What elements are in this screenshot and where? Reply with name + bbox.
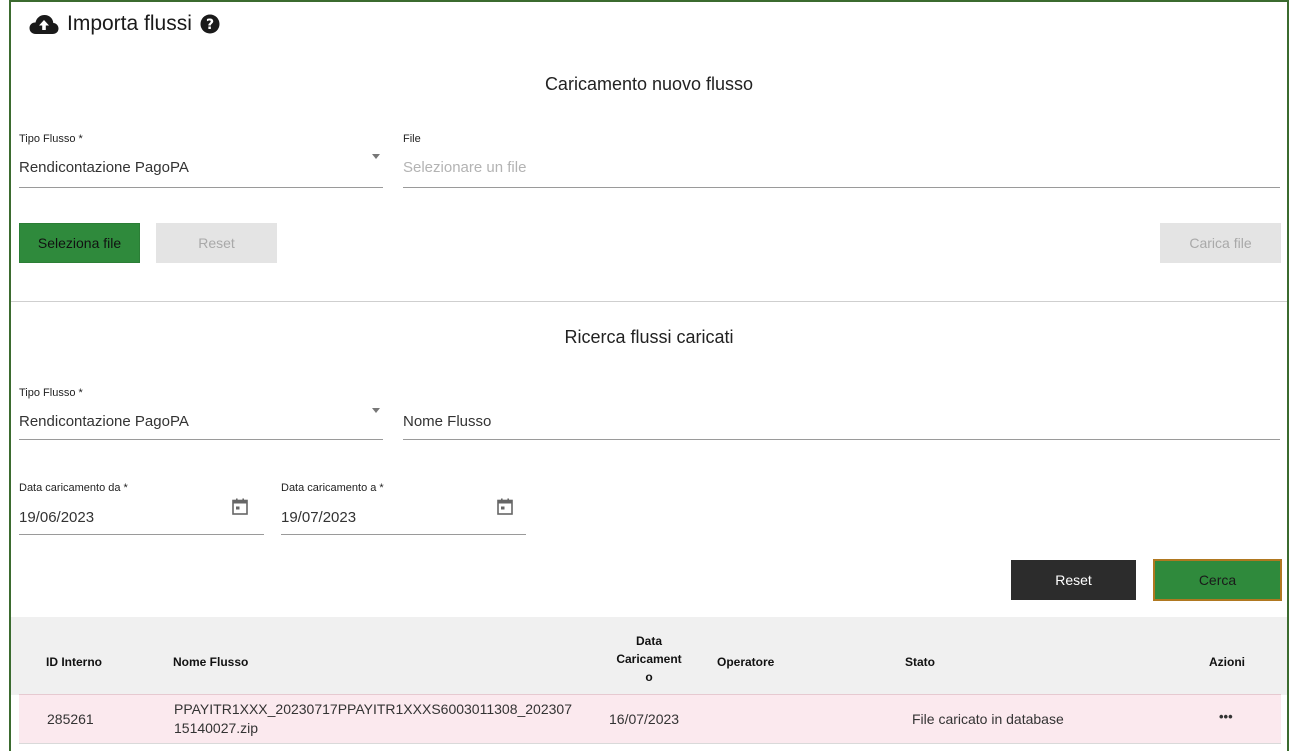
cell-id: 285261	[47, 711, 94, 727]
cell-data: 16/07/2023	[609, 711, 680, 727]
search-tipo-flusso-value: Rendicontazione PagoPA	[19, 413, 189, 430]
section-divider	[11, 301, 1287, 302]
svg-text:?: ?	[206, 17, 214, 33]
date-from-label: Data caricamento da *	[19, 482, 128, 494]
header-data-caricamento[interactable]: Data Caricament o	[610, 632, 688, 686]
header-id[interactable]: ID Interno	[46, 655, 102, 669]
upload-section-title: Caricamento nuovo flusso	[544, 74, 754, 94]
table-row[interactable]: 285261 PPAYITR1XXX_20230717PPAYITR1XXXS6…	[19, 694, 1281, 744]
upload-reset-button[interactable]: Reset	[156, 223, 277, 263]
header-nome-flusso[interactable]: Nome Flusso	[173, 655, 248, 669]
upload-tipo-flusso-value: Rendicontazione PagoPA	[19, 159, 189, 176]
import-panel: Importa flussi ? Caricamento nuovo fluss…	[9, 0, 1289, 751]
more-actions-icon[interactable]: •••	[1219, 709, 1233, 724]
chevron-down-icon	[372, 154, 380, 159]
calendar-icon[interactable]	[232, 498, 248, 515]
search-tipo-flusso-label: Tipo Flusso *	[19, 387, 83, 399]
search-section-title: Ricerca flussi caricati	[564, 327, 734, 347]
chevron-down-icon	[372, 408, 380, 413]
cloud-upload-icon	[29, 13, 59, 35]
header-azioni: Azioni	[1209, 655, 1245, 669]
header-stato[interactable]: Stato	[905, 655, 935, 669]
page-title: Importa flussi ?	[29, 10, 220, 38]
page-title-text: Importa flussi	[67, 12, 192, 35]
select-file-button[interactable]: Seleziona file	[19, 223, 140, 263]
date-to-value: 19/07/2023	[281, 509, 357, 526]
cell-stato: File caricato in database	[912, 711, 1064, 727]
file-label: File	[403, 133, 421, 145]
table-header: ID Interno Nome Flusso Data Caricament o…	[11, 617, 1287, 695]
cell-nome-flusso: PPAYITR1XXX_20230717PPAYITR1XXXS60030113…	[174, 701, 572, 736]
upload-tipo-flusso-label: Tipo Flusso *	[19, 133, 83, 145]
header-operatore[interactable]: Operatore	[717, 655, 774, 669]
date-to-label: Data caricamento a *	[281, 482, 384, 494]
search-reset-button[interactable]: Reset	[1011, 560, 1136, 600]
file-placeholder: Selezionare un file	[403, 159, 527, 176]
nome-flusso-placeholder: Nome Flusso	[403, 413, 492, 430]
help-icon[interactable]: ?	[200, 14, 220, 34]
date-from-value: 19/06/2023	[19, 509, 95, 526]
upload-file-button[interactable]: Carica file	[1160, 223, 1281, 263]
calendar-icon[interactable]	[497, 498, 513, 515]
search-button[interactable]: Cerca	[1153, 559, 1282, 601]
